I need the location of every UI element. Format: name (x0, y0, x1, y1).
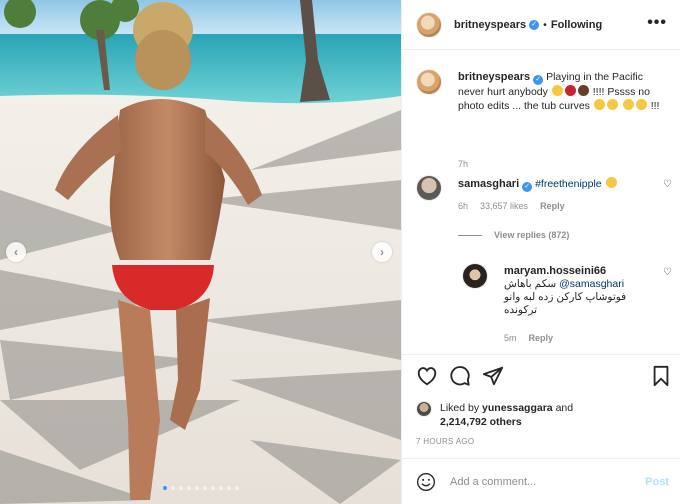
comment-input[interactable]: Add a comment... (450, 476, 536, 488)
liked-by-and: and (555, 402, 574, 414)
comments-scroll-area[interactable]: britneyspears ✓ Playing in the Pacific ne… (402, 51, 680, 353)
carousel-dot (170, 486, 175, 490)
carousel-dot (226, 486, 231, 490)
caption-time[interactable]: 7h (458, 159, 468, 169)
emoji-icon (605, 177, 617, 188)
emoji-icon (564, 85, 576, 96)
reply-body-1: سکم باهاش (504, 278, 557, 290)
chevron-right-icon: › (380, 245, 384, 259)
bookmark-icon[interactable] (650, 365, 672, 387)
share-icon[interactable] (482, 365, 504, 387)
post-side-panel: britneyspears ✓ • Following ••• britneys… (401, 0, 680, 504)
comment-text: samasghari ✓ #freethenipple (458, 177, 654, 192)
reply-meta: 5m Reply (504, 333, 553, 343)
comment-username[interactable]: samasghari (458, 178, 519, 190)
carousel-dot (218, 486, 223, 490)
liked-by-text: Liked by yunessaggara and 2,214,792 othe… (440, 401, 640, 429)
view-replies-label: View replies (872) (494, 230, 570, 240)
comment-likes[interactable]: 33,657 likes (480, 201, 528, 211)
heart-icon[interactable] (416, 365, 438, 387)
comment-meta: 6h 33,657 likes Reply (458, 201, 565, 211)
carousel-dot (234, 486, 239, 490)
next-photo-button[interactable]: › (372, 242, 392, 262)
replies-divider (458, 234, 482, 236)
chevron-left-icon: ‹ (14, 245, 18, 259)
emoji-icon (622, 99, 634, 110)
comment-time[interactable]: 6h (458, 201, 468, 211)
carousel-dots (0, 486, 401, 490)
reply-mention[interactable]: @samasghari (559, 278, 624, 290)
liked-by-others[interactable]: 2,214,792 others (440, 416, 522, 428)
caption-text: britneyspears ✓ Playing in the Pacific ne… (458, 71, 670, 113)
reply-time[interactable]: 5m (504, 333, 517, 343)
caption-body-3: !!! (650, 100, 660, 112)
liked-by-prefix: Liked by (440, 402, 480, 414)
comment-like-heart-icon[interactable]: ♡ (663, 179, 672, 190)
emoji-icon (606, 99, 618, 110)
carousel-dot (178, 486, 183, 490)
comment-like-heart-icon[interactable]: ♡ (663, 267, 672, 278)
carousel-dot (210, 486, 215, 490)
smile-icon[interactable] (416, 472, 436, 492)
verified-badge-icon: ✓ (529, 19, 540, 30)
comment-hashtag[interactable]: #freethenipple (535, 178, 602, 190)
verified-badge-icon: ✓ (522, 182, 533, 192)
header-username[interactable]: britneyspears (454, 19, 526, 31)
avatar[interactable] (416, 175, 442, 201)
reply-text: maryam.hosseini66 سکم باهاش @samasghari … (504, 265, 654, 317)
avatar[interactable] (416, 11, 442, 38)
previous-photo-button[interactable]: ‹ (6, 242, 26, 262)
avatar[interactable] (416, 401, 432, 417)
following-button[interactable]: Following (551, 19, 602, 31)
caption-username[interactable]: britneyspears (458, 71, 530, 83)
reply-button[interactable]: Reply (540, 201, 565, 211)
liked-by-user[interactable]: yunessaggara (482, 402, 553, 414)
post-timestamp[interactable]: 7 HOURS AGO (416, 437, 474, 446)
carousel-dot (194, 486, 199, 490)
comment-icon[interactable] (449, 365, 471, 387)
emoji-icon (635, 99, 647, 110)
reply-username[interactable]: maryam.hosseini66 (504, 265, 606, 277)
add-comment-bar: Add a comment... Post (402, 458, 680, 504)
carousel-dot (202, 486, 207, 490)
post-button[interactable]: Post (645, 476, 669, 488)
action-bar: Liked by yunessaggara and 2,214,792 othe… (402, 354, 680, 449)
header-separator: • (543, 18, 547, 31)
avatar[interactable] (416, 69, 442, 95)
verified-badge-icon: ✓ (533, 75, 544, 85)
view-replies-button[interactable]: View replies (872) (458, 230, 569, 240)
avatar[interactable] (462, 263, 488, 289)
beach-photo-image (0, 0, 401, 504)
carousel-dot (186, 486, 191, 490)
post-photo[interactable]: ‹ › (0, 0, 401, 504)
reply-body-2: فوتوشاپ کارکن زده لبه وانو ترکونده (504, 291, 627, 316)
more-options-button[interactable]: ••• (647, 14, 667, 32)
reply-button[interactable]: Reply (529, 333, 554, 343)
emoji-icon (593, 99, 605, 110)
carousel-dot (162, 486, 167, 490)
emoji-icon (551, 85, 563, 96)
emoji-icon (577, 85, 589, 96)
post-header: britneyspears ✓ • Following ••• (402, 0, 680, 50)
